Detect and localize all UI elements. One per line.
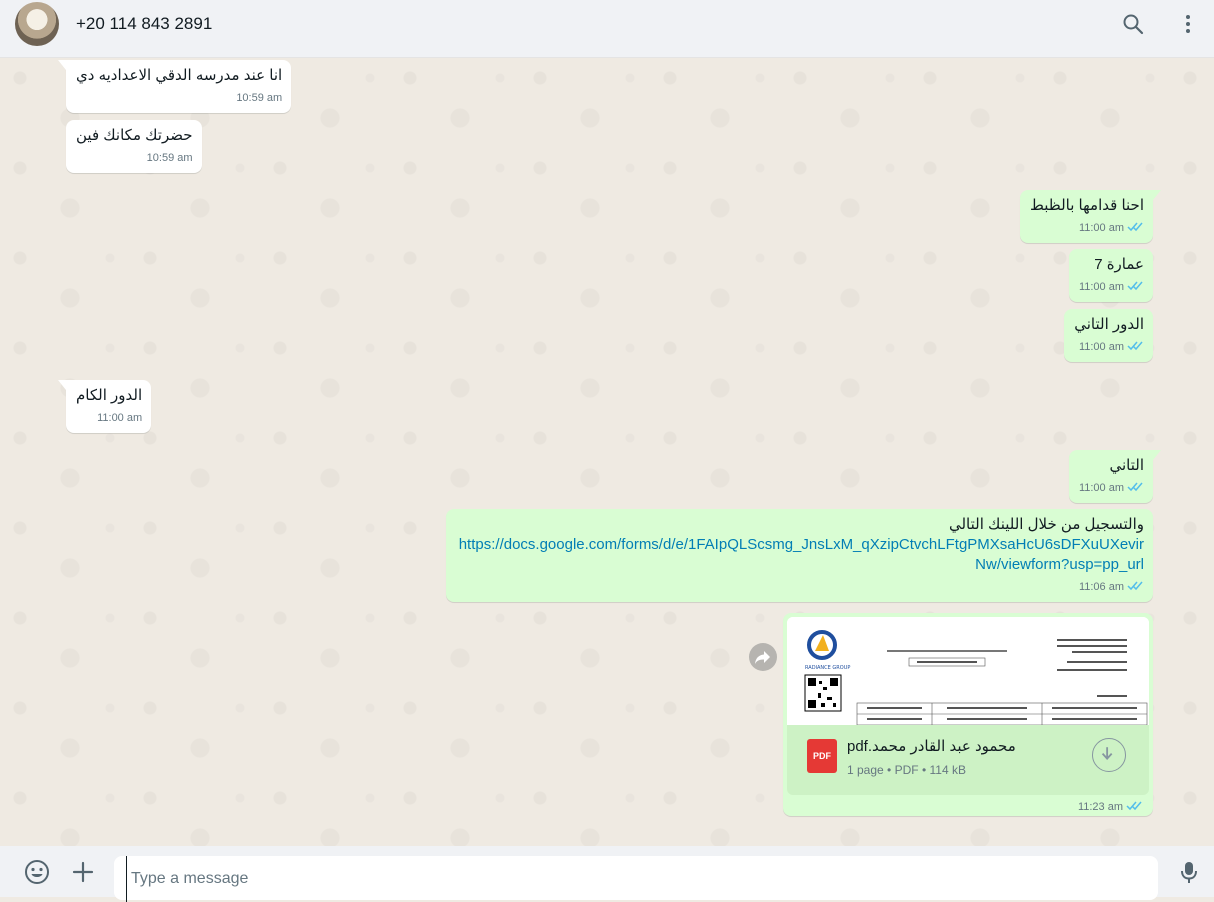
message-time: 11:00 am [1078,281,1124,293]
composer-bar [0,846,1214,902]
document-type: PDF [894,763,919,777]
message-outgoing[interactable]: احنا قدامها بالظبط 11:00 am [1020,190,1161,243]
double-check-icon [1127,482,1143,492]
plus-icon[interactable] [70,859,96,885]
document-message[interactable]: RADIANCE GROUP PDF محمود عبد القادر محمد… [783,613,1153,816]
download-button[interactable] [1092,738,1126,772]
message-time: 11:00 am [1078,222,1124,234]
chat-header: +20 114 843 2891 [0,0,1214,58]
double-check-icon [1127,281,1143,291]
message-outgoing[interactable]: التاني 11:00 am [1068,450,1162,503]
pdf-preview-thumbnail: RADIANCE GROUP [787,617,1149,725]
search-icon[interactable] [1121,12,1145,36]
document-info[interactable]: PDF محمود عبد القادر محمد.pdf 1 page • P… [787,725,1149,795]
emoji-icon[interactable] [24,859,50,885]
message-time: 11:00 am [1078,341,1124,353]
message-text: انا عند مدرسه الدقي الاعداديه دي [76,67,283,84]
document-details: 1 page • PDF • 114 kB [847,763,966,777]
forward-icon [755,651,770,664]
message-time: 10:59 am [236,92,283,104]
message-time: 11:00 am [97,412,143,424]
document-name[interactable]: محمود عبد القادر محمد.pdf [847,737,1016,755]
message-text: التاني [1109,457,1144,474]
contact-avatar[interactable] [15,2,59,46]
message-time: 10:59 am [146,152,193,164]
message-text: والتسجيل من خلال اللينك التالي [948,516,1144,533]
message-text: احنا قدامها بالظبط [1030,197,1144,214]
message-time: 11:23 am [1077,801,1123,813]
message-incoming[interactable]: حضرتك مكانك فين 10:59 am [66,120,202,173]
message-input[interactable] [126,856,1153,902]
message-outgoing[interactable]: عمارة 7 11:00 am [1068,249,1153,302]
chat-area[interactable]: انا عند مدرسه الدقي الاعداديه دي 10:59 a… [0,58,1214,846]
message-text: حضرتك مكانك فين [76,127,193,144]
document-preview[interactable]: RADIANCE GROUP [787,617,1149,725]
message-time: 11:06 am [1078,581,1124,593]
message-time: 11:00 am [1078,482,1124,494]
more-vertical-icon[interactable] [1176,12,1200,36]
forward-button[interactable] [749,643,777,671]
message-text: الدور التاني [1074,316,1144,333]
message-outgoing[interactable]: الدور التاني 11:00 am [1064,309,1153,362]
message-text: عمارة 7 [1094,256,1144,273]
pdf-file-icon: PDF [807,739,837,773]
message-outgoing[interactable]: والتسجيل من خلال اللينك التالي https://d… [446,509,1153,602]
message-incoming[interactable]: انا عند مدرسه الدقي الاعداديه دي 10:59 a… [57,60,292,113]
message-link[interactable]: https://docs.google.com/forms/d/e/1FAIpQ… [456,535,1144,575]
message-text: الدور الكام [76,387,143,404]
document-size: 114 kB [929,763,966,777]
double-check-icon [1127,581,1143,591]
message-input-wrapper [114,856,1158,902]
document-pages: 1 page [847,763,884,777]
double-check-icon [1126,801,1142,811]
message-incoming[interactable]: الدور الكام 11:00 am [57,380,152,433]
contact-name[interactable]: +20 114 843 2891 [76,14,212,34]
microphone-icon[interactable] [1176,859,1202,885]
logo-text: RADIANCE GROUP [805,665,850,671]
download-icon [1101,747,1113,760]
double-check-icon [1127,341,1143,351]
double-check-icon [1127,222,1143,232]
